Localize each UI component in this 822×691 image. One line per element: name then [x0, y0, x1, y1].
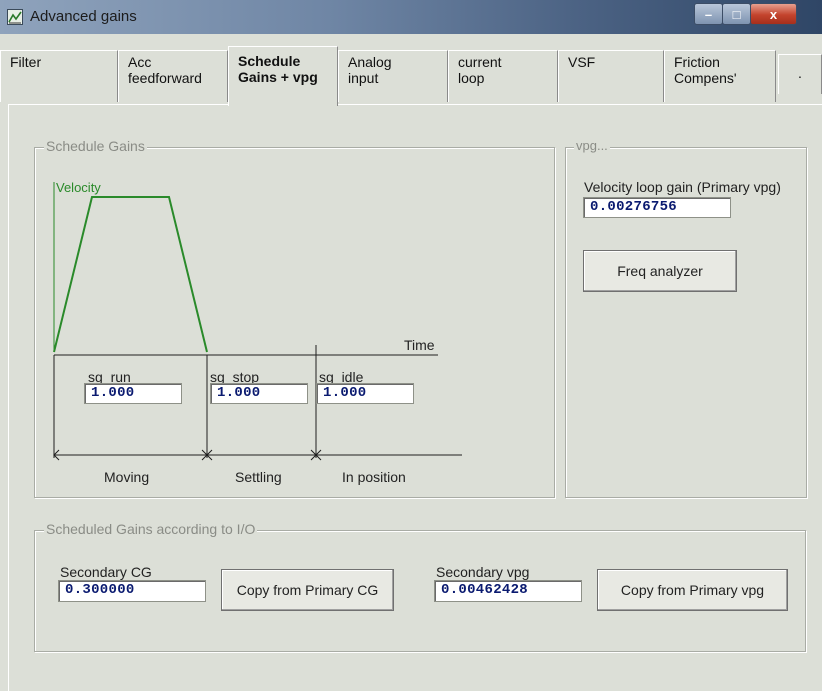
vpg-legend: vpg...	[574, 138, 610, 153]
freq-analyzer-button[interactable]: Freq analyzer	[583, 250, 737, 292]
scheduled-io-legend: Scheduled Gains according to I/O	[44, 521, 258, 537]
sg-idle-input[interactable]: 1.000	[316, 383, 414, 404]
secondary-cg-label: Secondary CG	[60, 564, 152, 580]
secondary-cg-input[interactable]: 0.300000	[58, 580, 206, 602]
velocity-loop-gain-label: Velocity loop gain (Primary vpg)	[584, 179, 781, 195]
phase-label-in-position: In position	[342, 469, 406, 485]
sg-stop-input[interactable]: 1.000	[210, 383, 308, 404]
secondary-vpg-label: Secondary vpg	[436, 564, 530, 580]
sg-run-input[interactable]: 1.000	[84, 383, 182, 404]
copy-from-primary-cg-button[interactable]: Copy from Primary CG	[221, 569, 394, 611]
copy-from-primary-vpg-button[interactable]: Copy from Primary vpg	[597, 569, 788, 611]
phase-label-moving: Moving	[104, 469, 150, 485]
secondary-vpg-input[interactable]: 0.00462428	[434, 580, 582, 602]
tab-schedule-gains-vpg[interactable]: Schedule Gains + vpg	[228, 46, 338, 106]
advanced-gains-window: Advanced gains – □ x Filter Acc feedforw…	[0, 0, 822, 691]
time-axis-label: Time	[404, 337, 435, 353]
velocity-trapezoid-line	[53, 196, 208, 353]
phase-label-settling: Settling	[235, 469, 282, 485]
velocity-axis-label: Velocity	[56, 180, 101, 195]
velocity-loop-gain-input[interactable]: 0.00276756	[583, 197, 731, 218]
